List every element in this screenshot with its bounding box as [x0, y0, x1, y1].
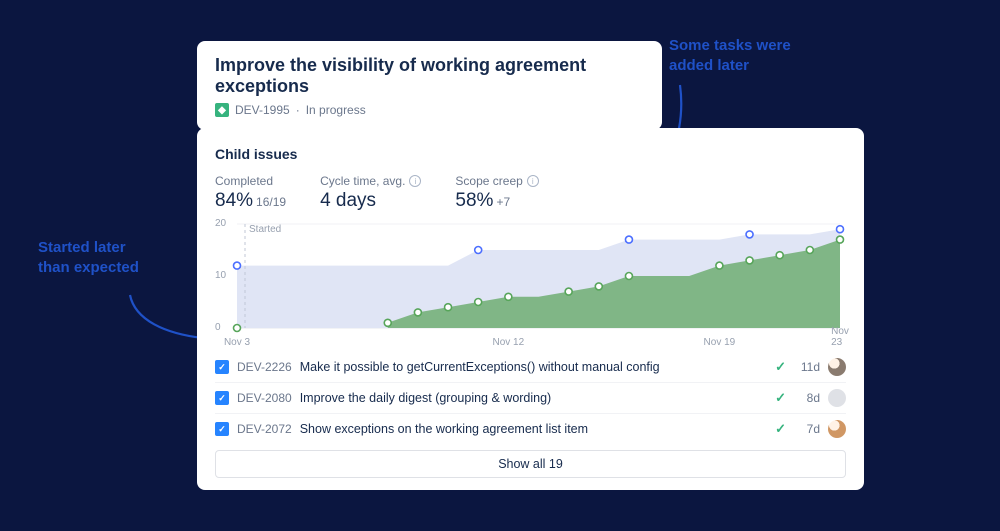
issue-status: In progress [306, 103, 366, 117]
issue-key[interactable]: DEV-2072 [237, 422, 292, 436]
avatar [828, 358, 846, 376]
table-row[interactable]: ✓ DEV-2226 Make it possible to getCurren… [215, 352, 846, 382]
info-icon[interactable]: i [409, 175, 421, 187]
stat-cycle-time: Cycle time, avg. i 4 days [320, 174, 421, 212]
x-tick: Nov 3 [224, 337, 250, 348]
stat-cycle-value: 4 days [320, 190, 421, 212]
check-icon: ✓ [775, 359, 786, 375]
started-label: Started [249, 224, 281, 235]
stats-row: Completed 84%16/19 Cycle time, avg. i 4 … [215, 174, 846, 212]
stat-scope-sub: +7 [496, 195, 510, 209]
y-tick: 10 [215, 270, 226, 281]
avatar [828, 420, 846, 438]
y-tick: 0 [215, 322, 221, 333]
stat-completed-label: Completed [215, 174, 286, 188]
task-icon: ✓ [215, 360, 229, 374]
y-tick: 20 [215, 218, 226, 229]
x-tick: Nov 12 [493, 337, 525, 348]
issue-key[interactable]: DEV-2226 [237, 360, 292, 374]
avatar [828, 389, 846, 407]
stat-completed-value: 84% [215, 190, 253, 211]
stat-scope-value: 58% [455, 190, 493, 211]
stat-completed-sub: 16/19 [256, 195, 286, 209]
issue-duration: 8d [794, 391, 820, 405]
check-icon: ✓ [775, 421, 786, 437]
x-tick: Nov 23 [831, 326, 849, 348]
issue-duration: 7d [794, 422, 820, 436]
issue-summary: Improve the daily digest (grouping & wor… [300, 391, 767, 405]
stat-scope-label: Scope creep [455, 174, 522, 188]
issue-key[interactable]: DEV-2080 [237, 391, 292, 405]
stat-scope-creep: Scope creep i 58%+7 [455, 174, 538, 212]
task-icon: ✓ [215, 391, 229, 405]
issue-duration: 11d [794, 360, 820, 374]
issue-list: ✓ DEV-2226 Make it possible to getCurren… [215, 352, 846, 444]
separator: · [296, 103, 300, 117]
issue-header-card: Improve the visibility of working agreem… [197, 41, 662, 130]
show-all-button[interactable]: Show all 19 [215, 450, 846, 478]
burnup-chart: 0 10 20 Nov 3 Nov 12 Nov 19 Nov 23 Started [215, 216, 846, 346]
panel-title: Child issues [215, 146, 846, 162]
issue-key[interactable]: DEV-1995 [235, 103, 290, 117]
info-icon[interactable]: i [527, 175, 539, 187]
issue-summary: Make it possible to getCurrentExceptions… [300, 360, 767, 374]
annotation-started-later: Started later than expected [38, 238, 158, 277]
epic-icon: ◆ [215, 103, 229, 117]
table-row[interactable]: ✓ DEV-2072 Show exceptions on the workin… [215, 413, 846, 444]
annotation-added-later: Some tasks were added later [669, 36, 824, 75]
stat-cycle-label: Cycle time, avg. [320, 174, 405, 188]
x-tick: Nov 19 [704, 337, 736, 348]
table-row[interactable]: ✓ DEV-2080 Improve the daily digest (gro… [215, 382, 846, 413]
stat-completed: Completed 84%16/19 [215, 174, 286, 212]
child-issues-panel: Child issues Completed 84%16/19 Cycle ti… [197, 128, 864, 490]
issue-title: Improve the visibility of working agreem… [215, 55, 644, 97]
check-icon: ✓ [775, 390, 786, 406]
task-icon: ✓ [215, 422, 229, 436]
issue-summary: Show exceptions on the working agreement… [300, 422, 767, 436]
